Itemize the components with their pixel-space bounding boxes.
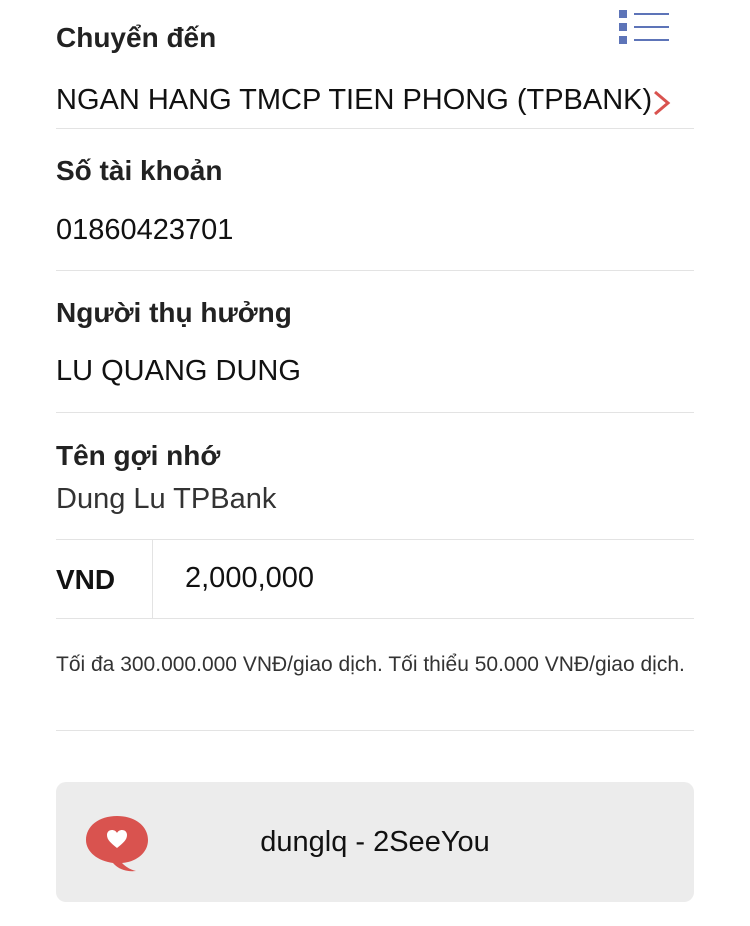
memo-text: dunglq - 2SeeYou [260,826,490,858]
list-menu-icon[interactable] [617,10,671,44]
currency-label: VND [56,564,116,595]
divider [56,270,694,271]
divider [56,128,694,129]
divider [56,412,694,413]
account-label: Số tài khoản [56,155,223,186]
nickname-value: Dung Lu TPBank [56,483,277,515]
amount-input[interactable]: 2,000,000 [185,562,314,595]
beneficiary-label: Người thụ hưởng [56,297,292,328]
limit-note: Tối đa 300.000.000 VNĐ/giao dịch. Tối th… [56,653,685,676]
divider [56,730,694,731]
account-number: 01860423701 [56,214,234,246]
divider [56,618,694,619]
nickname-label: Tên gợi nhớ [56,440,221,471]
destination-label: Chuyển đến [56,22,217,53]
beneficiary-name: LU QUANG DUNG [56,355,301,387]
currency-cell: VND [56,540,153,618]
bank-name[interactable]: NGAN HANG TMCP TIEN PHONG (TPBANK) [56,84,652,117]
chevron-right-icon[interactable] [650,88,674,118]
memo-field[interactable]: dunglq - 2SeeYou [56,782,694,902]
